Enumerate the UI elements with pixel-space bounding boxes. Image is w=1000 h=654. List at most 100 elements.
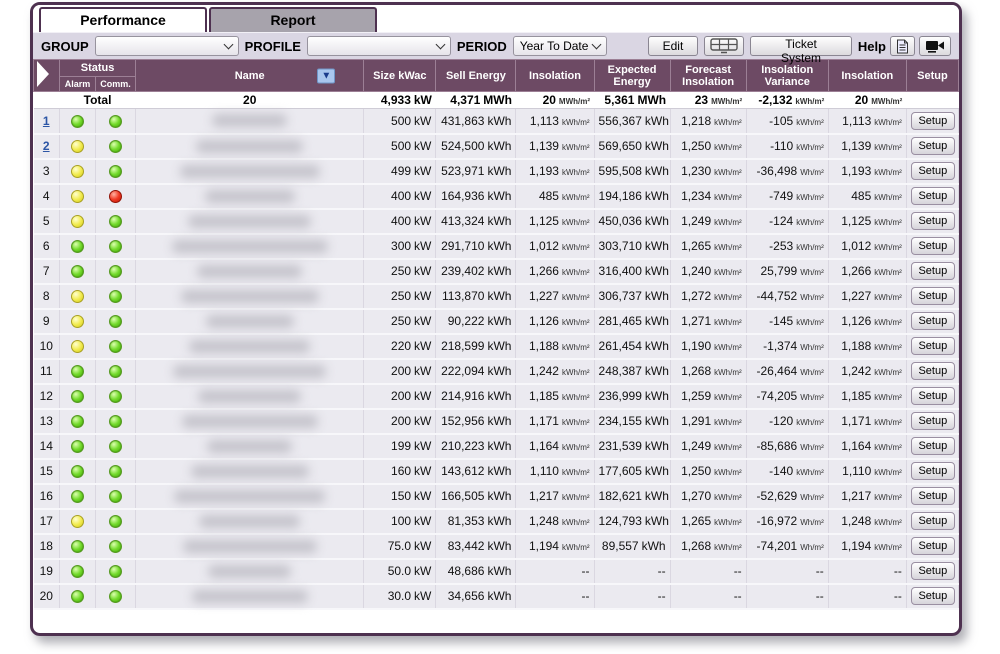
setup-button[interactable]: Setup [911, 312, 955, 330]
ticket-system-button[interactable]: Ticket System [750, 36, 852, 56]
total-name-count: 20 [136, 92, 364, 109]
expected-energy-cell: 316,400kWh [594, 259, 670, 284]
setup-button[interactable]: Setup [911, 412, 955, 430]
period-select[interactable]: Year To Date [513, 36, 607, 56]
sort-dropdown-button[interactable]: ▼ [317, 68, 335, 83]
insolation-variance-cell: -- [746, 584, 828, 609]
site-name-redacted [192, 590, 308, 603]
help-document-button[interactable] [890, 36, 915, 56]
insolation-variance-cell: 25,799Wh/m² [746, 259, 828, 284]
size-kwac-cell: 500kW [364, 109, 436, 134]
setup-button[interactable]: Setup [911, 337, 955, 355]
sell-energy-cell: 239,402kWh [436, 259, 516, 284]
profile-select[interactable] [307, 36, 451, 56]
total-empty-cell [34, 92, 60, 109]
table-row: 1500kW431,863kWh1,113kWh/m²556,367kWh1,2… [34, 109, 959, 134]
comm-led-green-icon [109, 140, 122, 153]
setup-button[interactable]: Setup [911, 512, 955, 530]
insolation-cell: 1,126kWh/m² [516, 309, 594, 334]
comm-led-green-icon [109, 340, 122, 353]
table-row: 4400kW164,936kWh485kWh/m²194,186kWh1,234… [34, 184, 959, 209]
row-number-link[interactable]: 1 [43, 114, 50, 128]
alarm-led-green-icon [71, 490, 84, 503]
setup-button[interactable]: Setup [911, 212, 955, 230]
tab-bar: Performance Report [33, 5, 959, 32]
insolation-2-cell: 1,012kWh/m² [828, 234, 906, 259]
insolation-2-cell: 1,217kWh/m² [828, 484, 906, 509]
insolation-variance-cell: -253kWh/m² [746, 234, 828, 259]
expected-energy-cell: 595,508kWh [594, 159, 670, 184]
size-kwac-cell: 220kW [364, 334, 436, 359]
site-name-cell [136, 509, 364, 534]
setup-cell: Setup [906, 559, 958, 584]
insolation-cell: 1,125kWh/m² [516, 209, 594, 234]
size-kwac-cell: 400kW [364, 184, 436, 209]
expected-energy-cell: -- [594, 584, 670, 609]
size-kwac-cell: 50.0kW [364, 559, 436, 584]
insolation-cell: 1,193kWh/m² [516, 159, 594, 184]
comm-led-green-icon [109, 115, 122, 128]
insolation-cell: 1,171kWh/m² [516, 409, 594, 434]
setup-button[interactable]: Setup [911, 562, 955, 580]
setup-button[interactable]: Setup [911, 287, 955, 305]
setup-cell: Setup [906, 134, 958, 159]
site-name-cell [136, 459, 364, 484]
insolation-cell: 1,266kWh/m² [516, 259, 594, 284]
edit-button[interactable]: Edit [648, 36, 699, 56]
setup-button[interactable]: Setup [911, 237, 955, 255]
alarm-led-yellow-icon [71, 190, 84, 203]
insolation-variance-cell: -16,972Wh/m² [746, 509, 828, 534]
help-group: Help [858, 36, 951, 56]
setup-button[interactable]: Setup [911, 112, 955, 130]
group-select[interactable] [95, 36, 239, 56]
setup-button[interactable]: Setup [911, 462, 955, 480]
alarm-led-cell [60, 584, 96, 609]
tab-performance[interactable]: Performance [39, 7, 207, 32]
insolation-cell: -- [516, 559, 594, 584]
comm-led-cell [96, 309, 136, 334]
comm-led-cell [96, 359, 136, 384]
document-icon [896, 39, 909, 54]
size-kwac-cell: 200kW [364, 359, 436, 384]
row-number-cell: 4 [34, 184, 60, 209]
expected-energy-cell: 303,710kWh [594, 234, 670, 259]
grid-view-button[interactable] [704, 36, 744, 56]
insolation-variance-cell: -85,686Wh/m² [746, 434, 828, 459]
tab-report[interactable]: Report [209, 7, 377, 32]
comm-led-cell [96, 259, 136, 284]
site-name-cell [136, 534, 364, 559]
alarm-led-cell [60, 184, 96, 209]
expected-energy-cell: 281,465kWh [594, 309, 670, 334]
setup-button[interactable]: Setup [911, 262, 955, 280]
insolation-2-cell: 1,194kWh/m² [828, 534, 906, 559]
site-name-cell [136, 434, 364, 459]
header-insolation: Insolation [516, 60, 594, 92]
site-name-redacted [207, 440, 293, 453]
sell-energy-cell: 143,612kWh [436, 459, 516, 484]
setup-button[interactable]: Setup [911, 162, 955, 180]
site-name-cell [136, 134, 364, 159]
row-number-link[interactable]: 2 [43, 139, 50, 153]
help-video-button[interactable] [919, 36, 951, 56]
site-name-redacted [206, 315, 294, 328]
table-row: 14199kW210,223kWh1,164kWh/m²231,539kWh1,… [34, 434, 959, 459]
row-number-cell: 16 [34, 484, 60, 509]
comm-led-green-icon [109, 415, 122, 428]
setup-button[interactable]: Setup [911, 437, 955, 455]
setup-button[interactable]: Setup [911, 487, 955, 505]
setup-button[interactable]: Setup [911, 587, 955, 605]
header-setup: Setup [906, 60, 958, 92]
site-name-cell [136, 284, 364, 309]
setup-button[interactable]: Setup [911, 137, 955, 155]
setup-button[interactable]: Setup [911, 387, 955, 405]
setup-button[interactable]: Setup [911, 537, 955, 555]
comm-led-cell [96, 159, 136, 184]
setup-button[interactable]: Setup [911, 362, 955, 380]
alarm-led-cell [60, 309, 96, 334]
performance-table: Status Name ▼ Size kWac Sell Energy Inso… [33, 59, 959, 610]
alarm-led-cell [60, 434, 96, 459]
insolation-cell: 485kWh/m² [516, 184, 594, 209]
comm-led-cell [96, 584, 136, 609]
setup-button[interactable]: Setup [911, 187, 955, 205]
table-row: 13200kW152,956kWh1,171kWh/m²234,155kWh1,… [34, 409, 959, 434]
